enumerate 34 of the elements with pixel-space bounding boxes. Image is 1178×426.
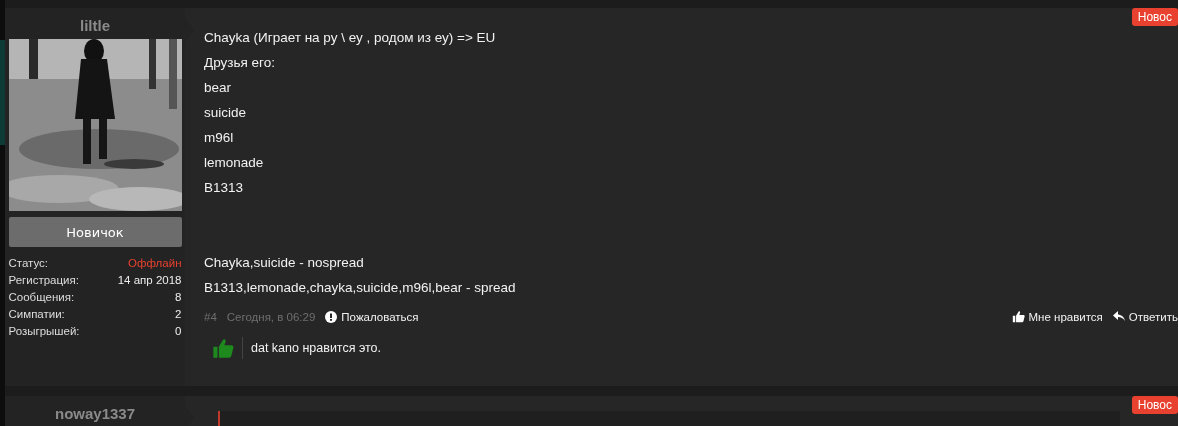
reply-icon <box>1112 311 1125 322</box>
message-line: lemonade <box>204 154 265 172</box>
stat-label: Сообщения: <box>8 291 75 303</box>
rank-label: Новичок <box>8 217 182 247</box>
stat-value: 8 <box>175 291 182 303</box>
message-line: m96l <box>204 129 235 147</box>
message-line: B1313 <box>204 179 245 197</box>
likes-summary: dat kano нравится это. <box>251 341 382 355</box>
username[interactable]: noway1337 <box>54 396 135 426</box>
post-date: Сегодня, в 06:29 <box>226 310 316 323</box>
thumbs-up-icon <box>1011 310 1025 323</box>
stat-value: 2 <box>175 308 182 320</box>
message-line: suicide <box>204 104 248 122</box>
stat-value: 14 апр 2018 <box>117 274 182 286</box>
thumbs-up-icon <box>212 337 234 359</box>
message-line: Chayka (Играет на ру \ еу , родом из еу) => EU <box>204 29 497 47</box>
stat-value: 0 <box>175 325 182 337</box>
stat-label: Регистрация: <box>8 274 79 286</box>
post-number: #4 <box>204 310 217 323</box>
message-line: bear <box>204 79 233 97</box>
reply-link[interactable]: Ответить <box>1112 310 1178 323</box>
message-line: Chayka,suicide - nospread <box>204 254 365 272</box>
status-value: Оффлайн <box>128 257 182 269</box>
stat-label: Розыгрышей: <box>8 325 80 337</box>
stat-label: Симпатии: <box>8 308 65 320</box>
new-badge: Новос <box>1131 8 1178 26</box>
alert-icon <box>325 310 338 323</box>
message-line: Друзья его: <box>204 54 276 72</box>
new-badge: Новос <box>1131 396 1178 414</box>
like-link[interactable]: Мне нравится <box>1011 310 1103 323</box>
stat-label: Статус: <box>8 257 49 269</box>
message-line: B1313,lemonade,chayka,suicide,m96l,bear - spread <box>204 279 517 297</box>
username[interactable]: liltle <box>80 8 110 39</box>
report-link[interactable]: Пожаловаться <box>325 310 419 323</box>
